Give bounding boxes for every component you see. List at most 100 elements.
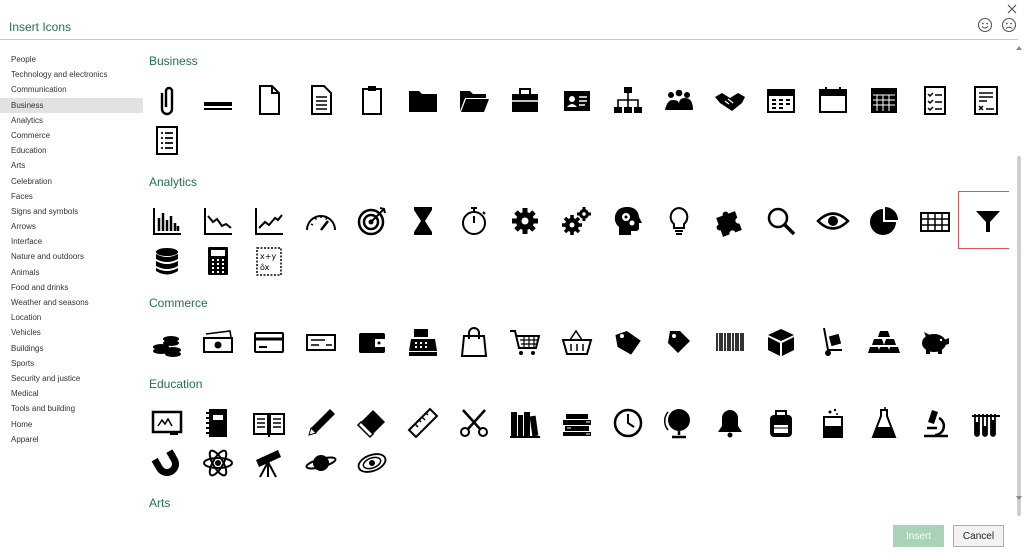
- sidebar-item-analytics[interactable]: Analytics: [0, 113, 143, 128]
- telescope-icon[interactable]: [249, 445, 289, 481]
- cash-icon[interactable]: [198, 324, 238, 360]
- gallery-scrollbar[interactable]: [1014, 44, 1024, 516]
- sidebar-item-weather-and-seasons[interactable]: Weather and seasons: [0, 295, 143, 310]
- eye-icon[interactable]: [813, 203, 853, 239]
- sidebar-item-business[interactable]: Business: [0, 97, 143, 113]
- database-icon[interactable]: [147, 243, 187, 279]
- ruler-icon[interactable]: [403, 405, 443, 441]
- table-icon[interactable]: [915, 203, 955, 239]
- stopwatch-icon[interactable]: [454, 203, 494, 239]
- meeting-icon[interactable]: [659, 82, 699, 118]
- gauge-icon[interactable]: [301, 203, 341, 239]
- checklist-icon[interactable]: [915, 82, 955, 118]
- coins-icon[interactable]: [147, 324, 187, 360]
- backpack-icon[interactable]: [761, 405, 801, 441]
- sidebar-item-signs-and-symbols[interactable]: Signs and symbols: [0, 204, 143, 219]
- eraser-icon[interactable]: [352, 405, 392, 441]
- stapler-icon[interactable]: [198, 82, 238, 118]
- microscope-icon[interactable]: [915, 405, 955, 441]
- handshake-icon[interactable]: [710, 82, 750, 118]
- scissors-icon[interactable]: [454, 405, 494, 441]
- folder-icon[interactable]: [403, 82, 443, 118]
- planet-icon[interactable]: [301, 445, 341, 481]
- sidebar-item-communication[interactable]: Communication: [0, 82, 143, 97]
- shopping-cart-icon[interactable]: [505, 324, 545, 360]
- frown-feedback-icon[interactable]: [1001, 17, 1017, 33]
- open-book-icon[interactable]: [249, 405, 289, 441]
- hourglass-icon[interactable]: [403, 203, 443, 239]
- cancel-button[interactable]: Cancel: [953, 525, 1004, 547]
- insert-button[interactable]: Insert: [893, 525, 944, 547]
- list-document-icon[interactable]: [147, 122, 187, 158]
- calendar-icon[interactable]: [761, 82, 801, 118]
- galaxy-icon[interactable]: [352, 445, 392, 481]
- tag-icon[interactable]: [659, 324, 699, 360]
- sidebar-item-animals[interactable]: Animals: [0, 265, 143, 280]
- sidebar-item-interface[interactable]: Interface: [0, 234, 143, 249]
- lightbulb-icon[interactable]: [659, 203, 699, 239]
- gears-icon[interactable]: [557, 203, 597, 239]
- calculator-icon[interactable]: [198, 243, 238, 279]
- funnel-icon[interactable]: [958, 191, 1009, 249]
- sidebar-item-sports[interactable]: Sports: [0, 356, 143, 371]
- flask-icon[interactable]: [864, 405, 904, 441]
- scroll-thumb[interactable]: [1017, 156, 1021, 516]
- clipboard-icon[interactable]: [352, 82, 392, 118]
- books-icon[interactable]: [505, 405, 545, 441]
- sidebar-item-home[interactable]: Home: [0, 417, 143, 432]
- sidebar-item-faces[interactable]: Faces: [0, 189, 143, 204]
- bell-icon[interactable]: [710, 405, 750, 441]
- sidebar-item-celebration[interactable]: Celebration: [0, 174, 143, 189]
- shopping-bag-icon[interactable]: [454, 324, 494, 360]
- sidebar-item-vehicles[interactable]: Vehicles: [0, 325, 143, 340]
- id-badge-icon[interactable]: [557, 82, 597, 118]
- clock-icon[interactable]: [608, 405, 648, 441]
- check-icon[interactable]: [301, 324, 341, 360]
- paperclip-icon[interactable]: [147, 82, 187, 118]
- org-chart-icon[interactable]: [608, 82, 648, 118]
- icon-gallery[interactable]: Business Analytics x+y ôx Commerce Education A…: [143, 44, 1009, 507]
- folder-open-icon[interactable]: [454, 82, 494, 118]
- book-stack-icon[interactable]: [557, 405, 597, 441]
- beaker-icon[interactable]: [813, 405, 853, 441]
- sidebar-item-arrows[interactable]: Arrows: [0, 219, 143, 234]
- formula-icon[interactable]: x+y ôx: [249, 243, 289, 279]
- calendar-grid-icon[interactable]: [864, 82, 904, 118]
- credit-card-icon[interactable]: [249, 324, 289, 360]
- gear-icon[interactable]: [505, 203, 545, 239]
- sidebar-item-location[interactable]: Location: [0, 310, 143, 325]
- sidebar-item-tools-and-building[interactable]: Tools and building: [0, 401, 143, 416]
- briefcase-icon[interactable]: [505, 82, 545, 118]
- head-gears-icon[interactable]: [608, 203, 648, 239]
- calendar-blank-icon[interactable]: [813, 82, 853, 118]
- pencil-icon[interactable]: [301, 405, 341, 441]
- atom-icon[interactable]: [198, 445, 238, 481]
- target-icon[interactable]: [352, 203, 392, 239]
- box-icon[interactable]: [761, 324, 801, 360]
- globe-icon[interactable]: [659, 405, 699, 441]
- sidebar-item-security-and-justice[interactable]: Security and justice: [0, 371, 143, 386]
- line-chart-down-icon[interactable]: [198, 203, 238, 239]
- wallet-icon[interactable]: [352, 324, 392, 360]
- line-chart-up-icon[interactable]: [249, 203, 289, 239]
- scroll-up-arrow[interactable]: [1016, 46, 1022, 50]
- piggy-bank-icon[interactable]: [915, 324, 955, 360]
- document-icon[interactable]: [249, 82, 289, 118]
- sidebar-item-commerce[interactable]: Commerce: [0, 128, 143, 143]
- basket-icon[interactable]: [557, 324, 597, 360]
- close-icon[interactable]: [1005, 2, 1019, 16]
- sidebar-item-people[interactable]: People: [0, 52, 143, 67]
- sidebar-item-buildings[interactable]: Buildings: [0, 341, 143, 356]
- gold-bars-icon[interactable]: [864, 324, 904, 360]
- test-tubes-icon[interactable]: [966, 405, 1006, 441]
- notebook-icon[interactable]: [198, 405, 238, 441]
- chalkboard-icon[interactable]: [147, 405, 187, 441]
- barcode-icon[interactable]: [710, 324, 750, 360]
- document-lines-icon[interactable]: [301, 82, 341, 118]
- puzzle-icon[interactable]: [710, 203, 750, 239]
- sidebar-item-apparel[interactable]: Apparel: [0, 432, 143, 447]
- smile-feedback-icon[interactable]: [977, 17, 993, 33]
- hand-truck-icon[interactable]: [813, 324, 853, 360]
- bar-chart-icon[interactable]: [147, 203, 187, 239]
- magnet-icon[interactable]: [147, 445, 187, 481]
